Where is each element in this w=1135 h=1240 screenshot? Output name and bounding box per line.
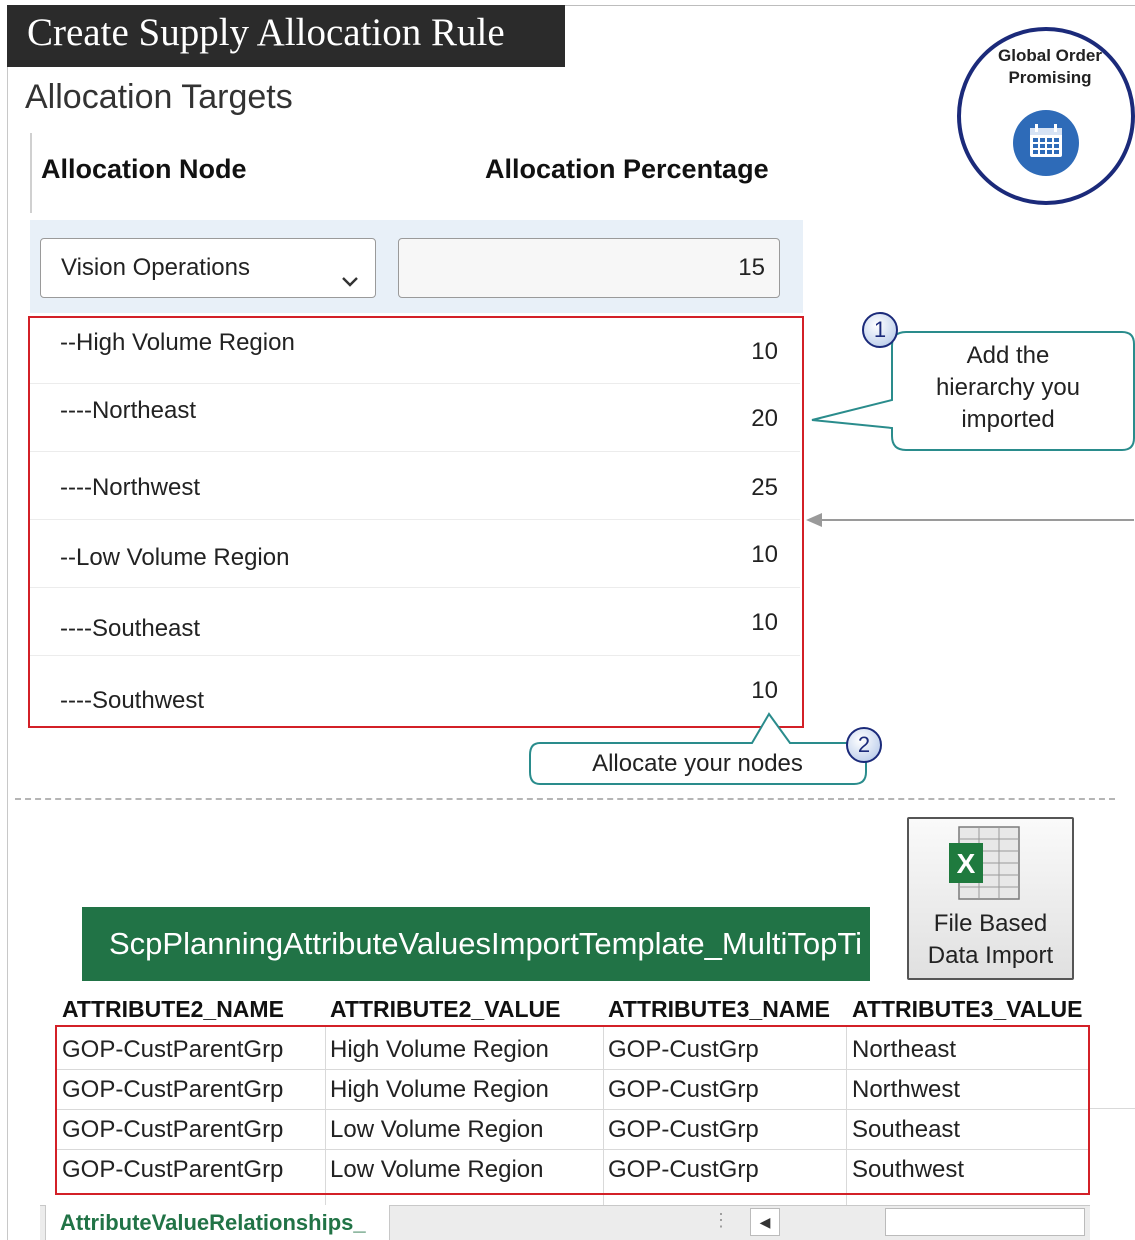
node-name: ----Northwest [60, 474, 201, 501]
sheet-cell[interactable]: GOP-CustGrp [608, 1116, 759, 1144]
column-header-attribute2-value[interactable]: ATTRIBUTE2_VALUE [330, 996, 560, 1023]
page-title: Create Supply Allocation Rule [7, 5, 565, 67]
node-name: ----Southeast [60, 615, 201, 642]
sheet-cell[interactable]: GOP-CustParentGrp [62, 1036, 283, 1064]
node-name: ----Southwest [60, 687, 205, 714]
column-header-attribute2-name[interactable]: ATTRIBUTE2_NAME [62, 996, 284, 1023]
node-percentage: 10 [751, 609, 778, 636]
top-border [565, 5, 1135, 6]
hierarchy-row[interactable]: --High Volume Region 10 [30, 316, 800, 384]
sheet-cell[interactable]: GOP-CustParentGrp [62, 1076, 283, 1104]
callout-1-line3: imported [961, 406, 1055, 433]
node-percentage: 10 [751, 541, 778, 568]
import-label-line2: Data Import [927, 942, 1054, 969]
node-percentage: 25 [751, 474, 778, 501]
badge-label-line2: Promising [1008, 68, 1092, 87]
horizontal-scrollbar[interactable] [885, 1208, 1085, 1236]
sheet-cell[interactable]: Northeast [852, 1036, 956, 1064]
callout-1-line1: Add the [966, 342, 1050, 369]
sheet-cell[interactable]: High Volume Region [330, 1036, 549, 1064]
callout-1-line2: hierarchy you [935, 374, 1081, 401]
sheet-cell[interactable]: Low Volume Region [330, 1156, 543, 1184]
sheet-cell[interactable]: High Volume Region [330, 1076, 549, 1104]
svg-text:X: X [957, 848, 976, 879]
hierarchy-row[interactable]: --Low Volume Region 10 [30, 520, 800, 588]
sheet-cell[interactable]: Low Volume Region [330, 1116, 543, 1144]
calendar-icon [1013, 110, 1079, 176]
node-name: --High Volume Region [60, 329, 295, 356]
tab-split-handle[interactable]: ⋮ [712, 1210, 730, 1231]
file-based-data-import-label: File Based Data Import [909, 908, 1072, 972]
column-header-attribute3-value[interactable]: ATTRIBUTE3_VALUE [852, 996, 1082, 1023]
callout-1-text: Add the hierarchy you imported [908, 340, 1108, 436]
allocation-node-select[interactable]: Vision Operations [40, 238, 376, 298]
excel-icon: X [949, 826, 1020, 900]
column-header-allocation-percentage[interactable]: Allocation Percentage [485, 154, 769, 185]
node-percentage: 10 [751, 338, 778, 365]
sheet-cell[interactable]: GOP-CustParentGrp [62, 1116, 283, 1144]
node-percentage: 20 [751, 405, 778, 432]
node-name: ----Northeast [60, 397, 197, 424]
allocation-node-value: Vision Operations [61, 254, 250, 281]
sheet-cell[interactable]: GOP-CustParentGrp [62, 1156, 283, 1184]
callout-1-number: 1 [862, 312, 898, 348]
import-label-line1: File Based [933, 910, 1048, 937]
badge-label: Global Order Promising [980, 45, 1120, 89]
sheet-cell[interactable]: GOP-CustGrp [608, 1156, 759, 1184]
section-divider [15, 798, 1115, 800]
sheet-cell[interactable]: Southwest [852, 1156, 964, 1184]
sheet-cell[interactable]: GOP-CustGrp [608, 1036, 759, 1064]
hierarchy-arrow-head [806, 513, 822, 527]
sheet-cell[interactable]: Northwest [852, 1076, 960, 1104]
allocation-percentage-input[interactable]: 15 [398, 238, 780, 298]
sheet-tab-attribute-value-relationships[interactable]: AttributeValueRelationships_ [45, 1205, 390, 1240]
scroll-left-button[interactable]: ◀ [750, 1208, 780, 1236]
column-gutter [30, 133, 32, 213]
grid-line [1090, 1108, 1135, 1109]
node-percentage: 10 [751, 677, 778, 704]
section-title: Allocation Targets [25, 78, 293, 116]
hierarchy-row[interactable]: ----Southwest 10 [30, 656, 800, 724]
sheet-cell[interactable]: Southeast [852, 1116, 960, 1144]
template-file-name: ScpPlanningAttributeValuesImportTemplate… [82, 907, 870, 981]
sheet-cell[interactable]: GOP-CustGrp [608, 1076, 759, 1104]
hierarchy-row[interactable]: ----Northwest 25 [30, 452, 800, 520]
callout-2-text: Allocate your nodes [592, 750, 803, 777]
hierarchy-row[interactable]: ----Northeast 20 [30, 384, 800, 452]
column-header-attribute3-name[interactable]: ATTRIBUTE3_NAME [608, 996, 830, 1023]
chevron-down-icon[interactable] [339, 256, 361, 287]
left-border [7, 67, 8, 1240]
node-name: --Low Volume Region [60, 544, 290, 571]
badge-label-line1: Global Order [998, 46, 1102, 65]
hierarchy-row[interactable]: ----Southeast 10 [30, 588, 800, 656]
column-header-allocation-node[interactable]: Allocation Node [41, 154, 247, 185]
